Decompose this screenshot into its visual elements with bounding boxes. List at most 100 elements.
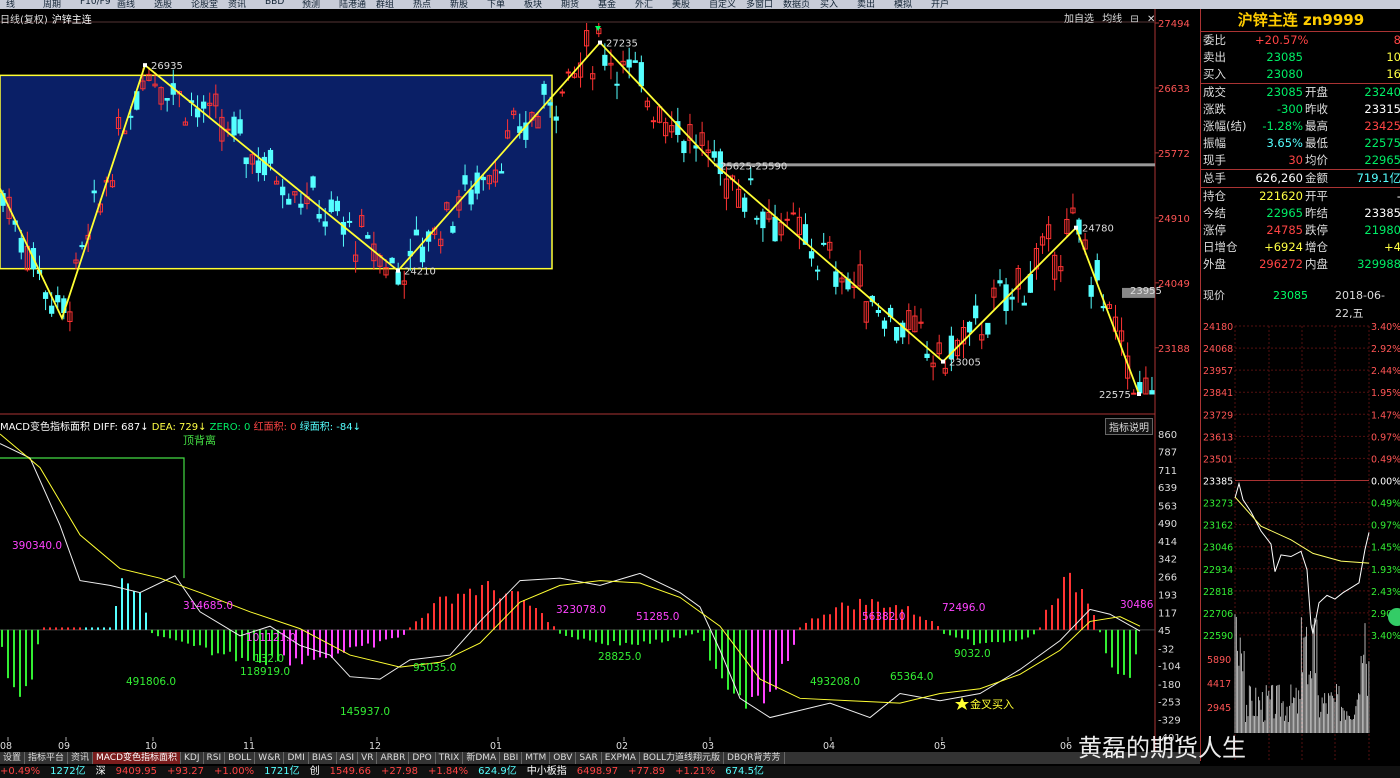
indicator-tab[interactable]: BOLL力道线翔元版 (640, 752, 725, 764)
price-axis-label: 27494 (1158, 19, 1190, 30)
top-menu-item[interactable]: 资讯 (228, 0, 246, 9)
quote-l1: 买入 (1203, 67, 1226, 81)
indicator-tab[interactable]: 设置 (0, 752, 26, 764)
indicator-tab[interactable]: 资讯 (68, 752, 94, 764)
macd-diff: DIFF: 687 (93, 422, 141, 433)
candle-body (742, 197, 748, 212)
candle-body (267, 149, 274, 164)
pivot-label: 24210 (404, 267, 436, 278)
intraday-price-label: 23957 (1203, 366, 1233, 377)
top-menu-item[interactable]: 数据页 (783, 0, 810, 9)
quote-l1: 总手 (1203, 171, 1226, 185)
top-menu-item[interactable]: 群组 (376, 0, 394, 9)
indicator-tab[interactable]: VR (358, 752, 378, 764)
top-menu-item[interactable]: 热点 (413, 0, 431, 9)
indicator-tab[interactable]: BOLL (225, 752, 256, 764)
top-menu-item[interactable]: 下单 (487, 0, 505, 9)
indicator-tab[interactable]: W&R (255, 752, 285, 764)
top-menu-item[interactable]: 买入 (820, 0, 838, 9)
macd-area-label: 145937.0 (340, 706, 390, 718)
quote-v1: +20.57% (1255, 33, 1309, 47)
macd-area-label: 28825.0 (598, 651, 641, 663)
pivot-point (143, 63, 147, 68)
candle-body (316, 214, 322, 219)
top-menu-item[interactable]: 论股堂 (191, 0, 218, 9)
top-menu-item[interactable]: BBD (265, 0, 284, 7)
top-menu-item[interactable]: 画线 (117, 0, 135, 9)
status-value: 9409.95 (115, 766, 157, 777)
intraday-price-label: 22818 (1203, 587, 1233, 598)
indicator-tab[interactable]: DBQR背芳芳 (724, 752, 785, 764)
top-menu-item[interactable]: 开户 (931, 0, 949, 9)
candle-body (462, 175, 468, 185)
close-window-icon[interactable]: ✕ (1147, 14, 1155, 25)
macd-title: MACD变色指标面积 (0, 422, 90, 433)
pivot-point (941, 359, 945, 364)
indicator-tab[interactable]: DPO (409, 752, 436, 764)
top-menu-item[interactable]: 周期 (43, 0, 61, 9)
intraday-price-label: 22706 (1203, 609, 1233, 620)
candle-body (650, 120, 657, 123)
indicator-tab[interactable]: KDJ (181, 752, 204, 764)
intraday-price-label: 22934 (1203, 565, 1233, 576)
top-menu-item[interactable]: 陆港通 (339, 0, 366, 9)
macd-axis-label: -104 (1158, 662, 1181, 673)
top-menu-item[interactable]: 新股 (450, 0, 468, 9)
indicator-tab[interactable]: OBV (550, 752, 577, 764)
top-menu-item[interactable]: F10/F9 (80, 0, 111, 7)
candle-body (814, 269, 821, 272)
main-chart-area[interactable]: 26935 27235 24210 25625-25590 24780 23005 2395… (0, 9, 1200, 761)
indicator-tab[interactable]: 指标平台 (25, 752, 69, 764)
moving-average-button[interactable]: 均线 (1102, 14, 1122, 25)
top-menu-item[interactable]: 美股 (672, 0, 690, 9)
top-menu-item[interactable]: 多窗口 (746, 0, 773, 9)
top-menu-item[interactable]: 预测 (302, 0, 320, 9)
top-menu-item[interactable]: 板块 (524, 0, 542, 9)
indicator-tab[interactable]: SAR (576, 752, 602, 764)
price-axis-label: 24910 (1158, 214, 1190, 225)
macd-area-label: 323078.0 (556, 604, 606, 616)
pivot-label: 23005 (949, 358, 981, 369)
price-axis-label: 23188 (1158, 344, 1190, 355)
indicator-tab[interactable]: ASI (337, 752, 359, 764)
restore-window-icon[interactable]: ⊟ (1130, 14, 1138, 25)
indicator-tab[interactable]: EXPMA (602, 752, 640, 764)
indicator-tab[interactable]: 新DMA (463, 752, 501, 764)
top-menu-item[interactable]: 自定义 (709, 0, 736, 9)
quote-row: 日增仓 +6924 增仓 +4 (1201, 239, 1400, 256)
top-menu-item[interactable]: 卖出 (857, 0, 875, 9)
candle-body (602, 54, 608, 66)
macd-axis-label: -253 (1158, 697, 1181, 708)
indicator-tab[interactable]: RSI (204, 752, 226, 764)
kline-chart-svg[interactable]: 26935272352421025625-2559024780230052395… (0, 9, 1200, 761)
add-favorite-button[interactable]: 加自选 (1064, 14, 1094, 25)
quote-l2: 增仓 (1305, 240, 1328, 254)
candle-body (1149, 390, 1155, 395)
top-menu-item[interactable]: 基金 (598, 0, 616, 9)
intraday-chart-svg[interactable]: 24180 3.40% 24068 2.92% 23957 2.44% 23841 1.95%… (1201, 313, 1400, 761)
quote-v1: 30 (1288, 153, 1303, 167)
indicator-tab[interactable]: BBI (500, 752, 523, 764)
indicator-tab[interactable]: TRIX (436, 752, 464, 764)
month-label: 08 (0, 741, 12, 752)
quote-l1: 成交 (1203, 85, 1226, 99)
indicator-tab[interactable]: BIAS (309, 752, 337, 764)
top-menu-item[interactable]: 线 (6, 0, 15, 9)
indicator-tab[interactable]: ARBR (377, 752, 410, 764)
status-value: +77.89 (628, 766, 666, 777)
indicator-tab[interactable]: MTM (522, 752, 551, 764)
indicator-help-button[interactable]: 指标说明 (1105, 418, 1153, 435)
top-menu-item[interactable]: 外汇 (635, 0, 653, 9)
macd-axis-label: 193 (1158, 590, 1177, 601)
top-menu-item[interactable]: 模拟 (894, 0, 912, 9)
status-value: +1.21% (675, 766, 716, 777)
quote-l1: 现手 (1203, 153, 1226, 167)
top-menu-item[interactable]: 期货 (561, 0, 579, 9)
status-value: 624.9亿 (478, 766, 517, 777)
index-status-bar: +0.49% 1272亿深 9409.95 +93.27 +1.00% 1721亿创 154… (0, 766, 1400, 778)
intraday-pct-label: 0.00% (1371, 477, 1400, 488)
intraday-pct-label: 1.45% (1371, 543, 1400, 554)
indicator-tab[interactable]: MACD变色指标面积 (93, 752, 182, 764)
top-menu-item[interactable]: 选股 (154, 0, 172, 9)
indicator-tab[interactable]: DMI (284, 752, 309, 764)
